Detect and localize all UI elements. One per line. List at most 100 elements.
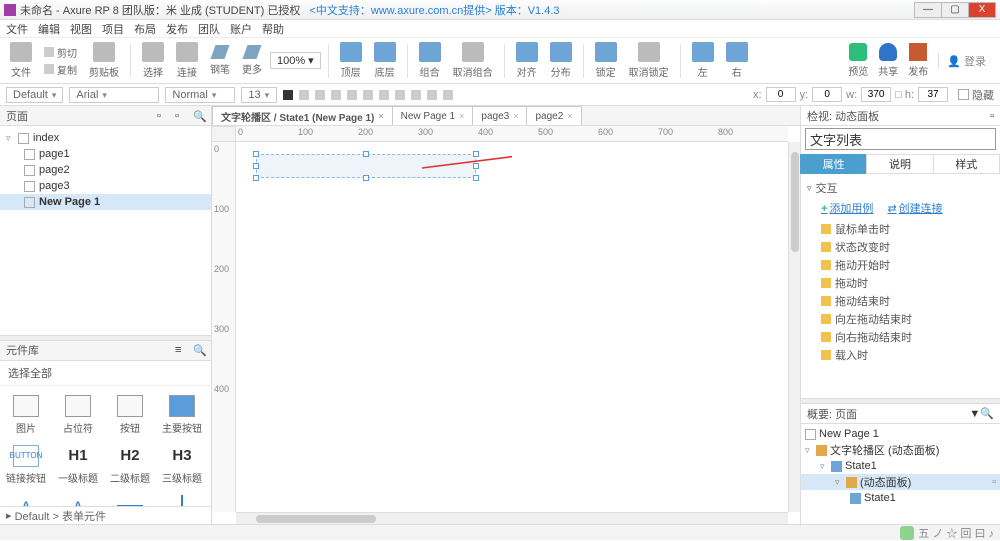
menu-view[interactable]: 视图 bbox=[70, 21, 92, 37]
coord-x[interactable] bbox=[766, 87, 796, 102]
menu-publish[interactable]: 发布 bbox=[166, 21, 188, 37]
tree-root[interactable]: ▿index bbox=[0, 130, 211, 146]
ime-icon[interactable] bbox=[900, 526, 914, 540]
fill-btn[interactable] bbox=[347, 90, 357, 100]
menu-help[interactable]: 帮助 bbox=[262, 21, 284, 37]
library-select-all[interactable]: 选择全部 bbox=[0, 361, 211, 386]
tb-clipboard[interactable]: 剪贴板 bbox=[85, 42, 123, 79]
event-item[interactable]: 向左拖动结束时 bbox=[807, 310, 994, 328]
window-close[interactable]: X bbox=[968, 2, 996, 18]
font-select[interactable]: Arial bbox=[69, 87, 159, 103]
tb-dist[interactable]: 分布 bbox=[546, 42, 576, 79]
widget-button[interactable]: 按钮 bbox=[104, 390, 156, 440]
weight-select[interactable]: Normal bbox=[165, 87, 235, 103]
widget-image[interactable]: 图片 bbox=[0, 390, 52, 440]
tb-cut[interactable]: 剪切 bbox=[44, 45, 77, 60]
outline-page[interactable]: New Page 1 bbox=[801, 426, 1000, 442]
menu-edit[interactable]: 编辑 bbox=[38, 21, 60, 37]
inspector-menu-icon[interactable]: ▫ bbox=[990, 110, 994, 122]
border-btn[interactable] bbox=[363, 90, 373, 100]
widget-paragraph[interactable]: A文本段落 bbox=[52, 490, 104, 507]
tb-align[interactable]: 对齐 bbox=[512, 42, 542, 79]
tb-publish[interactable]: 发布 bbox=[908, 43, 928, 78]
event-item[interactable]: 鼠标单击时 bbox=[807, 220, 994, 238]
tb-select[interactable]: 选择 bbox=[138, 42, 168, 79]
outline-state[interactable]: State1 bbox=[801, 490, 1000, 506]
tb-preview[interactable]: 预览 bbox=[848, 43, 868, 78]
outline-state[interactable]: ▿State1 bbox=[801, 458, 1000, 474]
widget-link-button[interactable]: BUTTON链接按钮 bbox=[0, 440, 52, 490]
tree-page-active[interactable]: New Page 1 bbox=[0, 194, 211, 210]
tb-more[interactable]: 更多 bbox=[238, 45, 266, 76]
add-page-icon[interactable]: ▫ bbox=[157, 110, 169, 122]
align-l-btn[interactable] bbox=[411, 90, 421, 100]
menu-project[interactable]: 项目 bbox=[102, 21, 124, 37]
outline-dp-selected[interactable]: ▿(动态面板)▫ bbox=[801, 474, 1000, 490]
menu-account[interactable]: 账户 bbox=[230, 21, 252, 37]
widget-h2[interactable]: H2二级标题 bbox=[104, 440, 156, 490]
event-item[interactable]: 拖动结束时 bbox=[807, 292, 994, 310]
tb-lock[interactable]: 锁定 bbox=[591, 42, 621, 79]
tree-page[interactable]: page3 bbox=[0, 178, 211, 194]
canvas-tab[interactable]: New Page 1× bbox=[392, 106, 474, 125]
selected-widget[interactable] bbox=[256, 154, 476, 178]
tb-group[interactable]: 组合 bbox=[415, 42, 445, 79]
lib-menu-icon[interactable]: ≡ bbox=[175, 344, 187, 356]
tb-copy[interactable]: 复制 bbox=[44, 62, 77, 77]
add-folder-icon[interactable]: ▫ bbox=[175, 110, 187, 122]
library-footer[interactable]: ▸ Default > 表单元件 bbox=[0, 506, 211, 524]
widget-placeholder[interactable]: 占位符 bbox=[52, 390, 104, 440]
create-link-link[interactable]: ⇄创建连接 bbox=[887, 200, 942, 216]
style-select[interactable]: Default bbox=[6, 87, 63, 103]
line-btn[interactable] bbox=[379, 90, 389, 100]
tb-ungroup[interactable]: 取消组合 bbox=[449, 42, 497, 79]
shadow-btn[interactable] bbox=[395, 90, 405, 100]
canvas[interactable] bbox=[236, 142, 788, 512]
align-r-btn[interactable] bbox=[443, 90, 453, 100]
event-item[interactable]: 拖动时 bbox=[807, 274, 994, 292]
tb-file[interactable]: 文件 bbox=[6, 42, 36, 79]
italic-btn[interactable] bbox=[315, 90, 325, 100]
zoom-select[interactable]: 100%▾ bbox=[270, 52, 321, 69]
filter-icon[interactable]: ▼ bbox=[969, 408, 980, 420]
menu-team[interactable]: 团队 bbox=[198, 21, 220, 37]
menu-file[interactable]: 文件 bbox=[6, 21, 28, 37]
event-item[interactable]: 状态改变时 bbox=[807, 238, 994, 256]
menu-layout[interactable]: 布局 bbox=[134, 21, 156, 37]
canvas-tab-active[interactable]: 文字轮播区 / State1 (New Page 1)× bbox=[212, 106, 393, 125]
tb-back[interactable]: 底层 bbox=[370, 42, 400, 79]
align-c-btn[interactable] bbox=[427, 90, 437, 100]
search-icon[interactable]: 🔍 bbox=[193, 110, 205, 122]
canvas-tab[interactable]: page2× bbox=[526, 106, 581, 125]
tb-unlock[interactable]: 取消锁定 bbox=[625, 42, 673, 79]
add-case-link[interactable]: +添加用例 bbox=[821, 200, 873, 216]
canvas-tab[interactable]: page3× bbox=[472, 106, 527, 125]
event-item[interactable]: 拖动开始时 bbox=[807, 256, 994, 274]
tb-left[interactable]: 左 bbox=[688, 42, 718, 79]
hide-checkbox[interactable]: 隐藏 bbox=[958, 87, 994, 103]
scrollbar-h[interactable] bbox=[236, 512, 788, 524]
window-maximize[interactable]: ▢ bbox=[941, 2, 969, 18]
tree-page[interactable]: page2 bbox=[0, 162, 211, 178]
interactions-header[interactable]: ▿交互 bbox=[807, 178, 994, 198]
tree-page[interactable]: page1 bbox=[0, 146, 211, 162]
tb-pen[interactable]: 钢笔 bbox=[206, 45, 234, 76]
tb-connect[interactable]: 连接 bbox=[172, 42, 202, 79]
lib-search-icon[interactable]: 🔍 bbox=[193, 344, 205, 356]
close-icon[interactable]: × bbox=[378, 111, 383, 121]
tab-properties[interactable]: 属性 bbox=[800, 154, 867, 174]
bold-btn[interactable] bbox=[299, 90, 309, 100]
color-picker[interactable] bbox=[283, 90, 293, 100]
widget-primary-button[interactable]: 主要按钮 bbox=[156, 390, 208, 440]
widget-name-input[interactable]: 文字列表 bbox=[805, 128, 996, 150]
coord-h[interactable] bbox=[918, 87, 948, 102]
tb-front[interactable]: 顶层 bbox=[336, 42, 366, 79]
outline-search-icon[interactable]: 🔍 bbox=[980, 407, 994, 420]
tb-right[interactable]: 右 bbox=[722, 42, 752, 79]
coord-w[interactable] bbox=[861, 87, 891, 102]
event-item[interactable]: 载入时 bbox=[807, 346, 994, 364]
size-select[interactable]: 13 bbox=[241, 87, 277, 103]
widget-vline[interactable]: 垂直线 bbox=[156, 490, 208, 507]
widget-hline[interactable]: 水平线 bbox=[104, 490, 156, 507]
widget-label[interactable]: A文本标签 bbox=[0, 490, 52, 507]
